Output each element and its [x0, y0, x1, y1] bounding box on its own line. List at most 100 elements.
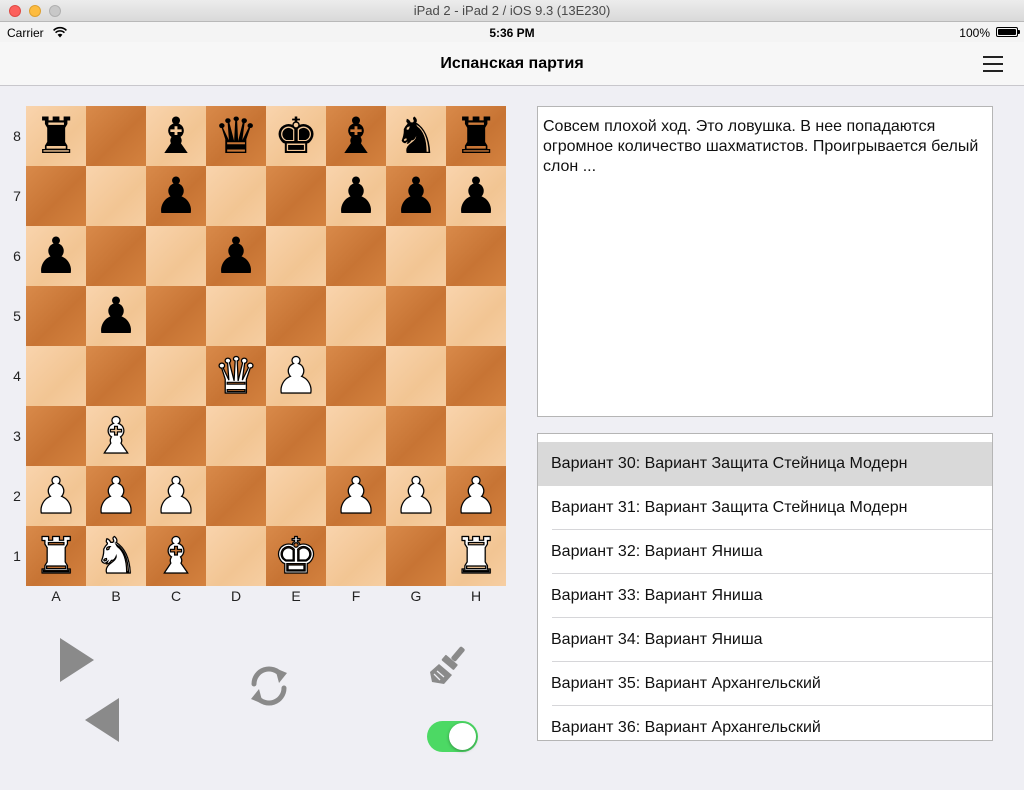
square-b8[interactable] — [86, 106, 146, 166]
square-b3[interactable]: ♝ — [86, 406, 146, 466]
black-bishop-icon[interactable]: ♝ — [154, 111, 199, 161]
square-h6[interactable] — [446, 226, 506, 286]
square-a6[interactable]: ♟ — [26, 226, 86, 286]
square-g6[interactable] — [386, 226, 446, 286]
square-d7[interactable] — [206, 166, 266, 226]
square-a2[interactable]: ♟ — [26, 466, 86, 526]
square-d3[interactable] — [206, 406, 266, 466]
square-c8[interactable]: ♝ — [146, 106, 206, 166]
square-e3[interactable] — [266, 406, 326, 466]
square-g3[interactable] — [386, 406, 446, 466]
square-h3[interactable] — [446, 406, 506, 466]
square-d1[interactable] — [206, 526, 266, 586]
square-a7[interactable] — [26, 166, 86, 226]
square-d8[interactable]: ♛ — [206, 106, 266, 166]
black-pawn-icon[interactable]: ♟ — [394, 171, 439, 221]
white-pawn-icon[interactable]: ♟ — [273, 350, 319, 401]
black-pawn-icon[interactable]: ♟ — [154, 171, 199, 221]
square-b4[interactable] — [86, 346, 146, 406]
square-h1[interactable]: ♜ — [446, 526, 506, 586]
black-rook-icon[interactable]: ♜ — [34, 111, 79, 161]
square-c7[interactable]: ♟ — [146, 166, 206, 226]
square-e4[interactable]: ♟ — [266, 346, 326, 406]
black-pawn-icon[interactable]: ♟ — [214, 231, 259, 281]
square-f2[interactable]: ♟ — [326, 466, 386, 526]
brush-icon[interactable] — [428, 642, 474, 688]
square-c4[interactable] — [146, 346, 206, 406]
toggle-switch[interactable] — [427, 721, 478, 752]
square-a4[interactable] — [26, 346, 86, 406]
variant-list-item[interactable]: Вариант 35: Вариант Архангельский — [538, 662, 992, 706]
square-b6[interactable] — [86, 226, 146, 286]
rotate-board-icon[interactable] — [243, 660, 295, 712]
square-b5[interactable]: ♟ — [86, 286, 146, 346]
square-c6[interactable] — [146, 226, 206, 286]
white-rook-icon[interactable]: ♜ — [453, 530, 499, 581]
square-f4[interactable] — [326, 346, 386, 406]
square-a8[interactable]: ♜ — [26, 106, 86, 166]
square-h2[interactable]: ♟ — [446, 466, 506, 526]
square-g1[interactable] — [386, 526, 446, 586]
white-bishop-icon[interactable]: ♝ — [153, 530, 199, 581]
square-g7[interactable]: ♟ — [386, 166, 446, 226]
square-c3[interactable] — [146, 406, 206, 466]
square-d2[interactable] — [206, 466, 266, 526]
square-e6[interactable] — [266, 226, 326, 286]
black-king-icon[interactable]: ♚ — [274, 111, 319, 161]
white-king-icon[interactable]: ♚ — [273, 530, 319, 581]
square-g8[interactable]: ♞ — [386, 106, 446, 166]
white-queen-icon[interactable]: ♛ — [213, 350, 259, 401]
square-e5[interactable] — [266, 286, 326, 346]
white-pawn-icon[interactable]: ♟ — [33, 470, 79, 521]
white-pawn-icon[interactable]: ♟ — [393, 470, 439, 521]
black-bishop-icon[interactable]: ♝ — [334, 111, 379, 161]
white-pawn-icon[interactable]: ♟ — [153, 470, 199, 521]
square-e2[interactable] — [266, 466, 326, 526]
square-f3[interactable] — [326, 406, 386, 466]
square-g2[interactable]: ♟ — [386, 466, 446, 526]
square-b2[interactable]: ♟ — [86, 466, 146, 526]
square-d5[interactable] — [206, 286, 266, 346]
black-knight-icon[interactable]: ♞ — [394, 111, 439, 161]
square-f8[interactable]: ♝ — [326, 106, 386, 166]
white-knight-icon[interactable]: ♞ — [93, 530, 139, 581]
next-move-button[interactable] — [60, 638, 94, 682]
square-g5[interactable] — [386, 286, 446, 346]
square-d4[interactable]: ♛ — [206, 346, 266, 406]
square-g4[interactable] — [386, 346, 446, 406]
hamburger-menu-icon[interactable] — [983, 55, 1005, 73]
black-pawn-icon[interactable]: ♟ — [94, 291, 139, 341]
square-b7[interactable] — [86, 166, 146, 226]
black-pawn-icon[interactable]: ♟ — [334, 171, 379, 221]
previous-move-button[interactable] — [85, 698, 119, 742]
square-e1[interactable]: ♚ — [266, 526, 326, 586]
square-e8[interactable]: ♚ — [266, 106, 326, 166]
square-f7[interactable]: ♟ — [326, 166, 386, 226]
white-pawn-icon[interactable]: ♟ — [93, 470, 139, 521]
variant-list-item[interactable]: Вариант 31: Вариант Защита Стейница Моде… — [538, 486, 992, 530]
square-c2[interactable]: ♟ — [146, 466, 206, 526]
square-h8[interactable]: ♜ — [446, 106, 506, 166]
white-rook-icon[interactable]: ♜ — [33, 530, 79, 581]
square-d6[interactable]: ♟ — [206, 226, 266, 286]
variant-list-item[interactable]: Вариант 33: Вариант Яниша — [538, 574, 992, 618]
square-c1[interactable]: ♝ — [146, 526, 206, 586]
square-a5[interactable] — [26, 286, 86, 346]
square-f5[interactable] — [326, 286, 386, 346]
square-b1[interactable]: ♞ — [86, 526, 146, 586]
white-pawn-icon[interactable]: ♟ — [453, 470, 499, 521]
variant-list-item[interactable]: Вариант 34: Вариант Яниша — [538, 618, 992, 662]
black-pawn-icon[interactable]: ♟ — [454, 171, 499, 221]
black-rook-icon[interactable]: ♜ — [454, 111, 499, 161]
variant-list-item[interactable]: Вариант 32: Вариант Яниша — [538, 530, 992, 574]
square-a3[interactable] — [26, 406, 86, 466]
black-queen-icon[interactable]: ♛ — [214, 111, 259, 161]
move-comment-text[interactable]: Совсем плохой ход. Это ловушка. В нее по… — [537, 106, 993, 417]
square-f6[interactable] — [326, 226, 386, 286]
variant-list-item[interactable]: Вариант 30: Вариант Защита Стейница Моде… — [538, 442, 992, 486]
black-pawn-icon[interactable]: ♟ — [34, 231, 79, 281]
variants-list[interactable]: Вариант 30: Вариант Защита Стейница Моде… — [537, 433, 993, 741]
square-h4[interactable] — [446, 346, 506, 406]
white-bishop-icon[interactable]: ♝ — [93, 410, 139, 461]
square-h7[interactable]: ♟ — [446, 166, 506, 226]
